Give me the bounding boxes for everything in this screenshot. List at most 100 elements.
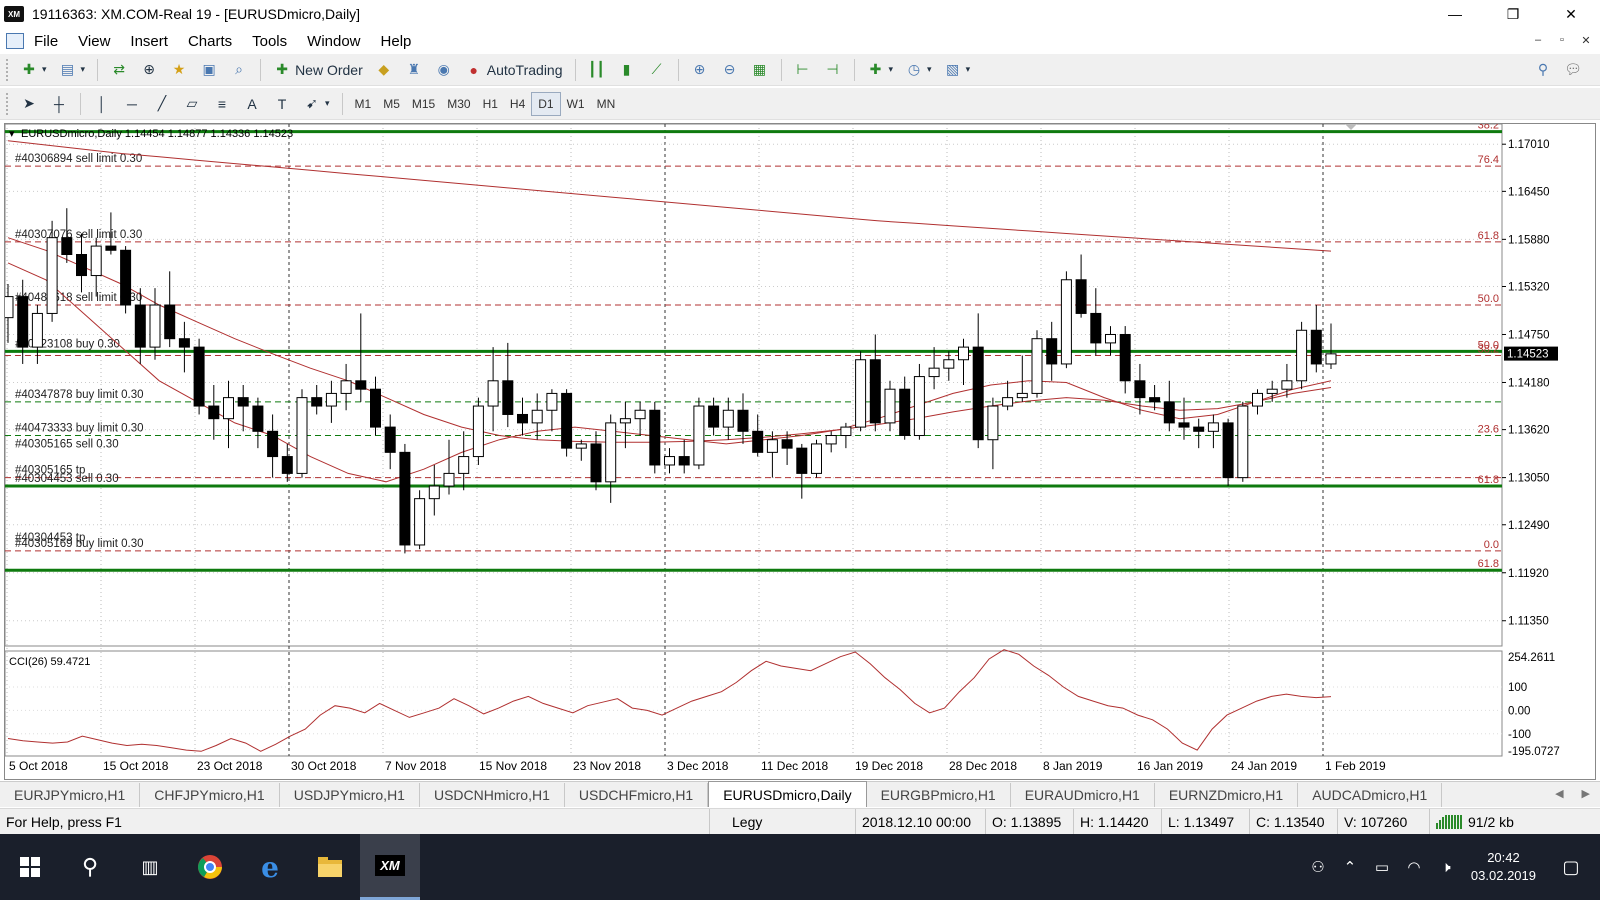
candle[interactable] [575,439,587,461]
timeframe-m15[interactable]: M15 [406,92,441,116]
crosshair-button[interactable]: ┼ [46,91,72,117]
candle[interactable] [208,385,220,440]
candle[interactable] [972,313,984,449]
close-button[interactable]: ✕ [1542,0,1600,28]
candle[interactable] [1193,418,1205,449]
candle[interactable] [193,338,205,415]
candle[interactable] [649,401,661,474]
price-chart[interactable]: 38.2 76.4 #40306894 sell limit 0.30 61.8 #40… [2,120,1595,779]
status-connection[interactable]: 91/2 kb [1430,809,1520,835]
candle[interactable] [531,393,543,440]
candle[interactable] [267,414,279,478]
chart-minimize-button[interactable]: – [1530,32,1546,48]
task-view-button[interactable]: ▥ [120,834,180,900]
candle[interactable] [414,490,426,550]
explorer-taskbar-button[interactable] [300,834,360,900]
timeframe-m30[interactable]: M30 [441,92,476,116]
equidistant-channel-button[interactable]: ▱ [179,91,205,117]
chevron-up-icon[interactable]: ⌃ [1339,858,1361,876]
chart-shift-marker-icon[interactable] [1345,124,1357,130]
candle[interactable] [605,414,617,503]
wifi-icon[interactable]: ◠ [1403,858,1425,876]
candle[interactable] [90,237,102,297]
profiles-button[interactable]: ▤ ▾ [55,57,90,83]
line-chart-button[interactable]: ⟋ [644,57,670,83]
search-button[interactable]: ⚲ [1530,57,1556,83]
candle[interactable] [1002,380,1014,411]
candle[interactable] [590,431,602,491]
candle[interactable] [752,414,764,457]
chart-collapse-icon[interactable]: ▾ [9,128,15,140]
autoscroll-button[interactable]: ⊣ [820,57,846,83]
chart-tab[interactable]: EURAUDmicro,H1 [1011,783,1155,807]
candle[interactable] [296,389,308,478]
timeframe-m1[interactable]: M1 [349,92,378,116]
strategy-tester-button[interactable]: ⌕ [226,57,252,83]
candle[interactable] [664,448,675,474]
chart-tab[interactable]: AUDCADmicro,H1 [1298,783,1443,807]
candle[interactable] [1016,355,1028,402]
chart-tab[interactable]: EURJPYmicro,H1 [0,783,141,807]
toolbar-grip[interactable] [6,58,10,81]
candle[interactable] [1207,414,1219,449]
candle[interactable] [899,376,911,440]
candle[interactable] [472,397,484,465]
menu-charts[interactable]: Charts [178,33,242,50]
fibonacci-button[interactable]: ≡ [209,91,235,117]
chart-tab[interactable]: USDCHFmicro,H1 [565,783,709,807]
zoom-out-button[interactable]: ⊖ [717,57,743,83]
candle[interactable] [855,351,867,432]
search-taskbar-button[interactable]: ⚲ [60,834,120,900]
chart-tab[interactable]: CHFJPYmicro,H1 [140,783,280,807]
menu-insert[interactable]: Insert [120,33,178,50]
people-icon[interactable]: ⚇ [1307,858,1329,876]
timeframe-m5[interactable]: M5 [377,92,406,116]
candlestick-button[interactable]: ▮ [614,57,640,83]
chrome-taskbar-button[interactable] [180,834,240,900]
candle[interactable] [164,271,176,348]
candle[interactable] [1134,363,1146,415]
candle[interactable] [311,385,323,415]
candle[interactable] [884,380,896,432]
candle[interactable] [1310,305,1322,373]
chat-button[interactable]: 💬︎ [1560,57,1586,83]
candle[interactable] [1031,330,1043,398]
chart-tab[interactable]: USDJPYmicro,H1 [280,783,420,807]
timeframe-h4[interactable]: H4 [504,92,531,116]
candle[interactable] [811,439,822,478]
indicators-button[interactable]: ✚ ▾ [863,57,898,83]
chart-shift-button[interactable]: ⊢ [790,57,816,83]
candle[interactable] [428,464,440,516]
candle[interactable] [722,397,734,440]
candle[interactable] [149,288,161,360]
candle[interactable] [355,313,367,402]
timeframe-d1[interactable]: D1 [531,91,561,116]
navigator-button[interactable]: ★ [166,57,192,83]
candle[interactable] [223,380,234,449]
candle[interactable] [458,431,470,491]
tab-scroll-right-icon[interactable]: ▶ [1582,787,1590,800]
arrows-button[interactable]: ➹ ▾ [299,91,334,117]
menu-view[interactable]: View [68,33,120,50]
menu-help[interactable]: Help [371,33,422,50]
notifications-icon[interactable]: ▢ [1560,857,1582,878]
candle[interactable] [987,397,999,470]
candle[interactable] [913,363,925,440]
vertical-line-button[interactable]: │ [89,91,115,117]
candle[interactable] [1222,418,1234,487]
battery-icon[interactable]: ▭ [1371,858,1393,876]
candle[interactable] [1325,323,1337,370]
candle[interactable] [325,380,337,423]
templates-button[interactable]: ▧ ▾ [940,57,975,83]
toolbar-grip[interactable] [6,92,10,115]
candle[interactable] [561,389,573,457]
trendline-button[interactable]: ╱ [149,91,175,117]
candle[interactable] [1252,389,1263,415]
candle[interactable] [693,397,705,470]
terminal-button[interactable]: ▣ [196,57,222,83]
candle[interactable] [1060,271,1072,369]
candle[interactable] [634,401,646,436]
chart-window[interactable]: 38.2 76.4 #40306894 sell limit 0.30 61.8 #40… [2,120,1596,780]
candle[interactable] [840,422,852,449]
candle[interactable] [869,334,881,432]
